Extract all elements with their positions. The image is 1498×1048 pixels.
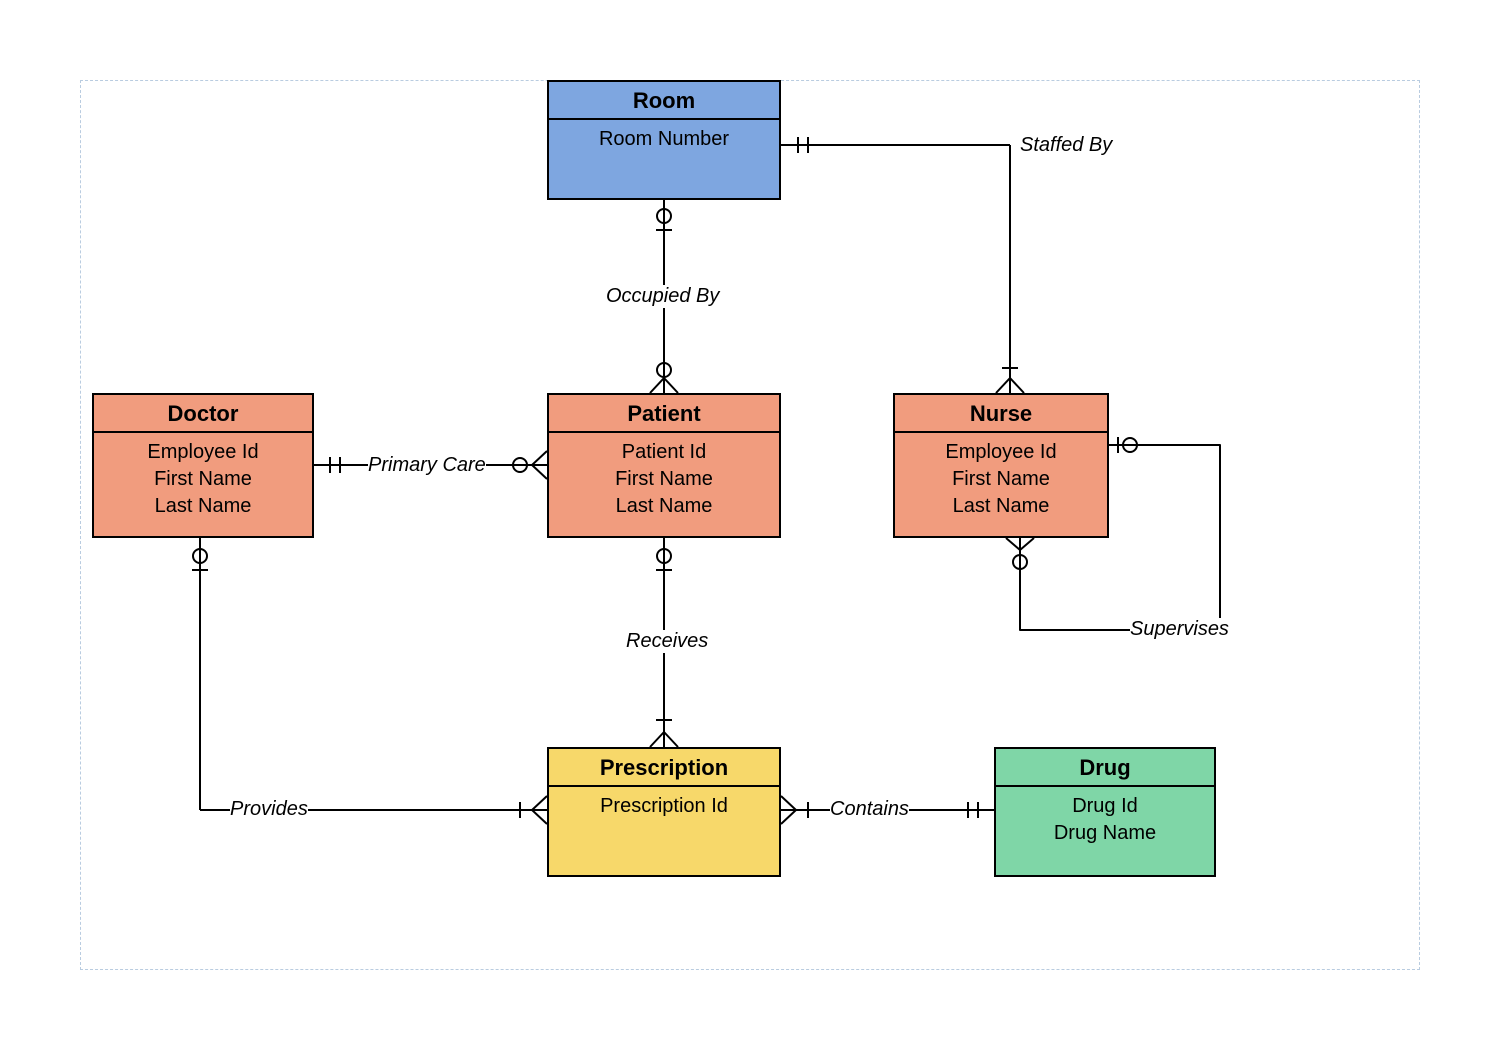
entity-room-title: Room: [549, 82, 779, 120]
entity-drug-title: Drug: [996, 749, 1214, 787]
entity-nurse[interactable]: Nurse Employee Id First Name Last Name: [893, 393, 1109, 538]
label-contains: Contains: [830, 798, 909, 821]
entity-room-attrs: Room Number: [549, 120, 779, 163]
label-supervises: Supervises: [1130, 618, 1229, 641]
label-staffed-by: Staffed By: [1020, 134, 1112, 157]
entity-prescription[interactable]: Prescription Prescription Id: [547, 747, 781, 877]
entity-doctor[interactable]: Doctor Employee Id First Name Last Name: [92, 393, 314, 538]
entity-room[interactable]: Room Room Number: [547, 80, 781, 200]
entity-nurse-title: Nurse: [895, 395, 1107, 433]
label-primary-care: Primary Care: [368, 454, 486, 477]
entity-drug[interactable]: Drug Drug Id Drug Name: [994, 747, 1216, 877]
entity-patient[interactable]: Patient Patient Id First Name Last Name: [547, 393, 781, 538]
label-provides: Provides: [230, 798, 308, 821]
entity-prescription-attrs: Prescription Id: [549, 787, 779, 830]
entity-patient-attrs: Patient Id First Name Last Name: [549, 433, 779, 530]
entity-doctor-attrs: Employee Id First Name Last Name: [94, 433, 312, 530]
label-occupied-by: Occupied By: [606, 285, 719, 308]
label-receives: Receives: [626, 630, 708, 653]
entity-nurse-attrs: Employee Id First Name Last Name: [895, 433, 1107, 530]
entity-patient-title: Patient: [549, 395, 779, 433]
entity-doctor-title: Doctor: [94, 395, 312, 433]
entity-drug-attrs: Drug Id Drug Name: [996, 787, 1214, 857]
entity-prescription-title: Prescription: [549, 749, 779, 787]
